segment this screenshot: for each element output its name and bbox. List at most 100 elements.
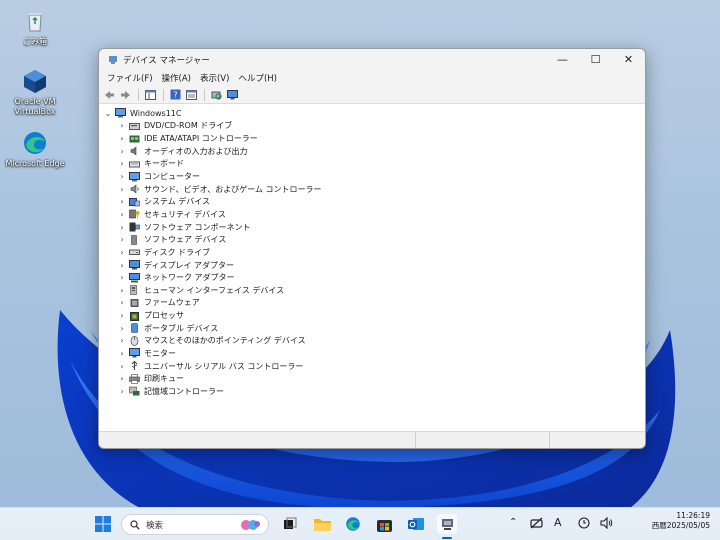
desktop-icon-virtualbox[interactable]: Oracle VM VirtualBox xyxy=(4,68,66,117)
chevron-right-icon[interactable]: › xyxy=(117,248,127,257)
desktop-icon-recycle-bin[interactable]: ごみ箱 xyxy=(4,8,66,47)
menu-view[interactable]: 表示(V) xyxy=(196,72,233,84)
desktop-icon-label: Oracle VM VirtualBox xyxy=(14,97,56,116)
taskbar-search-box[interactable]: 検索 xyxy=(121,514,269,535)
task-view-button[interactable] xyxy=(280,514,300,534)
taskbar-clock[interactable]: 11:26:19 西暦2025/05/05 xyxy=(644,511,710,531)
chevron-right-icon[interactable]: › xyxy=(117,273,127,282)
device-category-row[interactable]: › モニター xyxy=(99,347,645,360)
usb-icon xyxy=(131,361,138,371)
menu-file[interactable]: ファイル(F) xyxy=(103,72,157,84)
device-category-row[interactable]: › ネットワーク アダプター xyxy=(99,271,645,284)
chevron-right-icon[interactable]: › xyxy=(117,311,127,320)
recycle-bin-icon xyxy=(22,8,48,34)
tree-root[interactable]: ⌄ Windows11C xyxy=(99,107,645,120)
chevron-right-icon[interactable]: › xyxy=(117,185,127,194)
device-manager-taskbar-button[interactable] xyxy=(437,514,457,534)
file-explorer-button[interactable] xyxy=(312,514,332,534)
device-category-row[interactable]: › ディスプレイ アダプター xyxy=(99,259,645,272)
desktop-icon-edge[interactable]: Microsoft Edge xyxy=(4,130,66,169)
chevron-right-icon[interactable]: › xyxy=(117,121,127,130)
firmware-icon xyxy=(130,298,139,307)
printer-icon xyxy=(129,373,140,384)
device-category-label: ディスプレイ アダプター xyxy=(144,260,234,270)
device-category-row[interactable]: › セキュリティ デバイス xyxy=(99,208,645,221)
store-button[interactable] xyxy=(374,514,394,534)
device-category-label: モニター xyxy=(144,348,176,358)
toolbar-separator xyxy=(204,88,205,101)
device-category-row[interactable]: › ソフトウェア デバイス xyxy=(99,233,645,246)
device-category-row[interactable]: › システム デバイス xyxy=(99,195,645,208)
minimize-button[interactable]: — xyxy=(546,49,579,70)
chevron-right-icon[interactable]: › xyxy=(117,134,127,143)
device-category-row[interactable]: › オーディオの入力および出力 xyxy=(99,145,645,158)
device-category-row[interactable]: › ユニバーサル シリアル バス コントローラー xyxy=(99,360,645,373)
device-category-row[interactable]: › DVD/CD-ROM ドライブ xyxy=(99,120,645,133)
chevron-right-icon[interactable]: › xyxy=(117,362,127,371)
chevron-right-icon[interactable]: › xyxy=(117,298,127,307)
toolbar-separator xyxy=(163,88,164,101)
chevron-right-icon[interactable]: › xyxy=(117,336,127,345)
device-category-label: セキュリティ デバイス xyxy=(144,209,226,219)
maximize-button[interactable]: ☐ xyxy=(579,49,612,70)
chevron-down-icon[interactable]: ⌄ xyxy=(103,109,113,118)
scan-hardware-button[interactable] xyxy=(209,88,224,102)
chevron-right-icon[interactable]: › xyxy=(117,235,127,244)
network-status-button[interactable] xyxy=(530,517,543,532)
outlook-button[interactable] xyxy=(406,514,426,534)
forward-button[interactable] xyxy=(118,88,133,102)
back-button[interactable] xyxy=(102,88,117,102)
help-icon: ? xyxy=(170,89,181,100)
help-button[interactable]: ? xyxy=(168,88,183,102)
device-category-row[interactable]: › ソフトウェア コンポーネント xyxy=(99,221,645,234)
ime-options-button[interactable] xyxy=(578,517,590,532)
device-category-label: ディスク ドライブ xyxy=(144,247,210,257)
title-bar[interactable]: デバイス マネージャー — ☐ ✕ xyxy=(99,49,645,70)
device-category-row[interactable]: › キーボード xyxy=(99,158,645,171)
device-category-row[interactable]: › IDE ATA/ATAPI コントローラー xyxy=(99,132,645,145)
chevron-right-icon[interactable]: › xyxy=(117,197,127,206)
monitor-button[interactable] xyxy=(225,88,240,102)
device-category-row[interactable]: › マウスとそのほかのポインティング デバイス xyxy=(99,335,645,348)
device-category-row[interactable]: › ファームウェア xyxy=(99,297,645,310)
portable-device-icon xyxy=(131,323,138,334)
chevron-right-icon[interactable]: › xyxy=(117,349,127,358)
properties-button[interactable] xyxy=(184,88,199,102)
chevron-right-icon[interactable]: › xyxy=(117,172,127,181)
chevron-right-icon[interactable]: › xyxy=(117,286,127,295)
chevron-right-icon[interactable]: › xyxy=(117,147,127,156)
chevron-right-icon[interactable]: › xyxy=(117,374,127,383)
status-segment xyxy=(550,432,645,448)
device-category-row[interactable]: › ヒューマン インターフェイス デバイス xyxy=(99,284,645,297)
chevron-right-icon[interactable]: › xyxy=(117,210,127,219)
device-category-label: DVD/CD-ROM ドライブ xyxy=(144,121,233,131)
menu-action[interactable]: 操作(A) xyxy=(158,72,195,84)
chevron-right-icon[interactable]: › xyxy=(117,159,127,168)
start-button[interactable] xyxy=(93,514,113,534)
device-category-row[interactable]: › 記憶域コントローラー xyxy=(99,385,645,398)
device-category-row[interactable]: › ディスク ドライブ xyxy=(99,246,645,259)
show-hidden-icons-button[interactable]: ⌃ xyxy=(509,517,517,528)
speaker-button[interactable] xyxy=(600,516,613,532)
chevron-up-icon: ⌃ xyxy=(509,517,518,528)
chevron-right-icon[interactable]: › xyxy=(117,324,127,333)
device-category-label: サウンド、ビデオ、およびゲーム コントローラー xyxy=(144,184,322,194)
desktop-icon-label: Microsoft Edge xyxy=(5,159,65,168)
device-category-label: ネットワーク アダプター xyxy=(144,273,235,283)
folder-icon xyxy=(313,519,331,531)
show-hide-console-tree-button[interactable] xyxy=(143,88,158,102)
close-button[interactable]: ✕ xyxy=(612,49,645,70)
edge-taskbar-button[interactable] xyxy=(343,514,363,534)
device-category-row[interactable]: › ポータブル デバイス xyxy=(99,322,645,335)
ime-mode-button[interactable]: A xyxy=(554,516,562,529)
chevron-right-icon[interactable]: › xyxy=(117,223,127,232)
chevron-right-icon[interactable]: › xyxy=(117,261,127,270)
dvd-drive-icon xyxy=(129,122,140,130)
device-category-row[interactable]: › サウンド、ビデオ、およびゲーム コントローラー xyxy=(99,183,645,196)
chevron-right-icon[interactable]: › xyxy=(117,387,127,396)
menu-help[interactable]: ヘルプ(H) xyxy=(234,72,281,84)
device-category-row[interactable]: › 印刷キュー xyxy=(99,372,645,385)
disk-drive-icon xyxy=(129,249,140,256)
device-category-row[interactable]: › コンピューター xyxy=(99,170,645,183)
device-category-row[interactable]: › プロセッサ xyxy=(99,309,645,322)
